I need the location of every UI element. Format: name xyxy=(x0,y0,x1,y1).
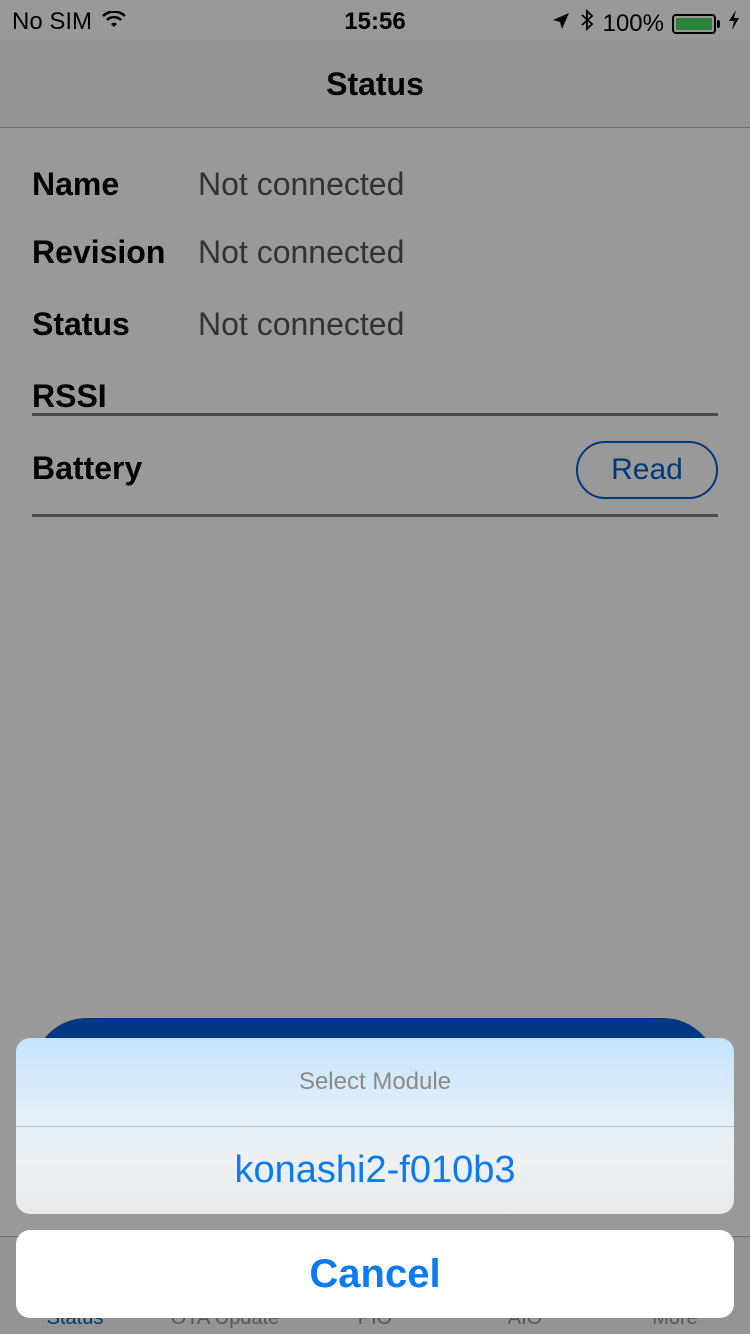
cancel-button[interactable]: Cancel xyxy=(16,1230,734,1318)
action-sheet: Select Module konashi2-f010b3 xyxy=(16,1038,734,1214)
module-option[interactable]: konashi2-f010b3 xyxy=(16,1127,734,1214)
action-sheet-title: Select Module xyxy=(298,1068,452,1095)
